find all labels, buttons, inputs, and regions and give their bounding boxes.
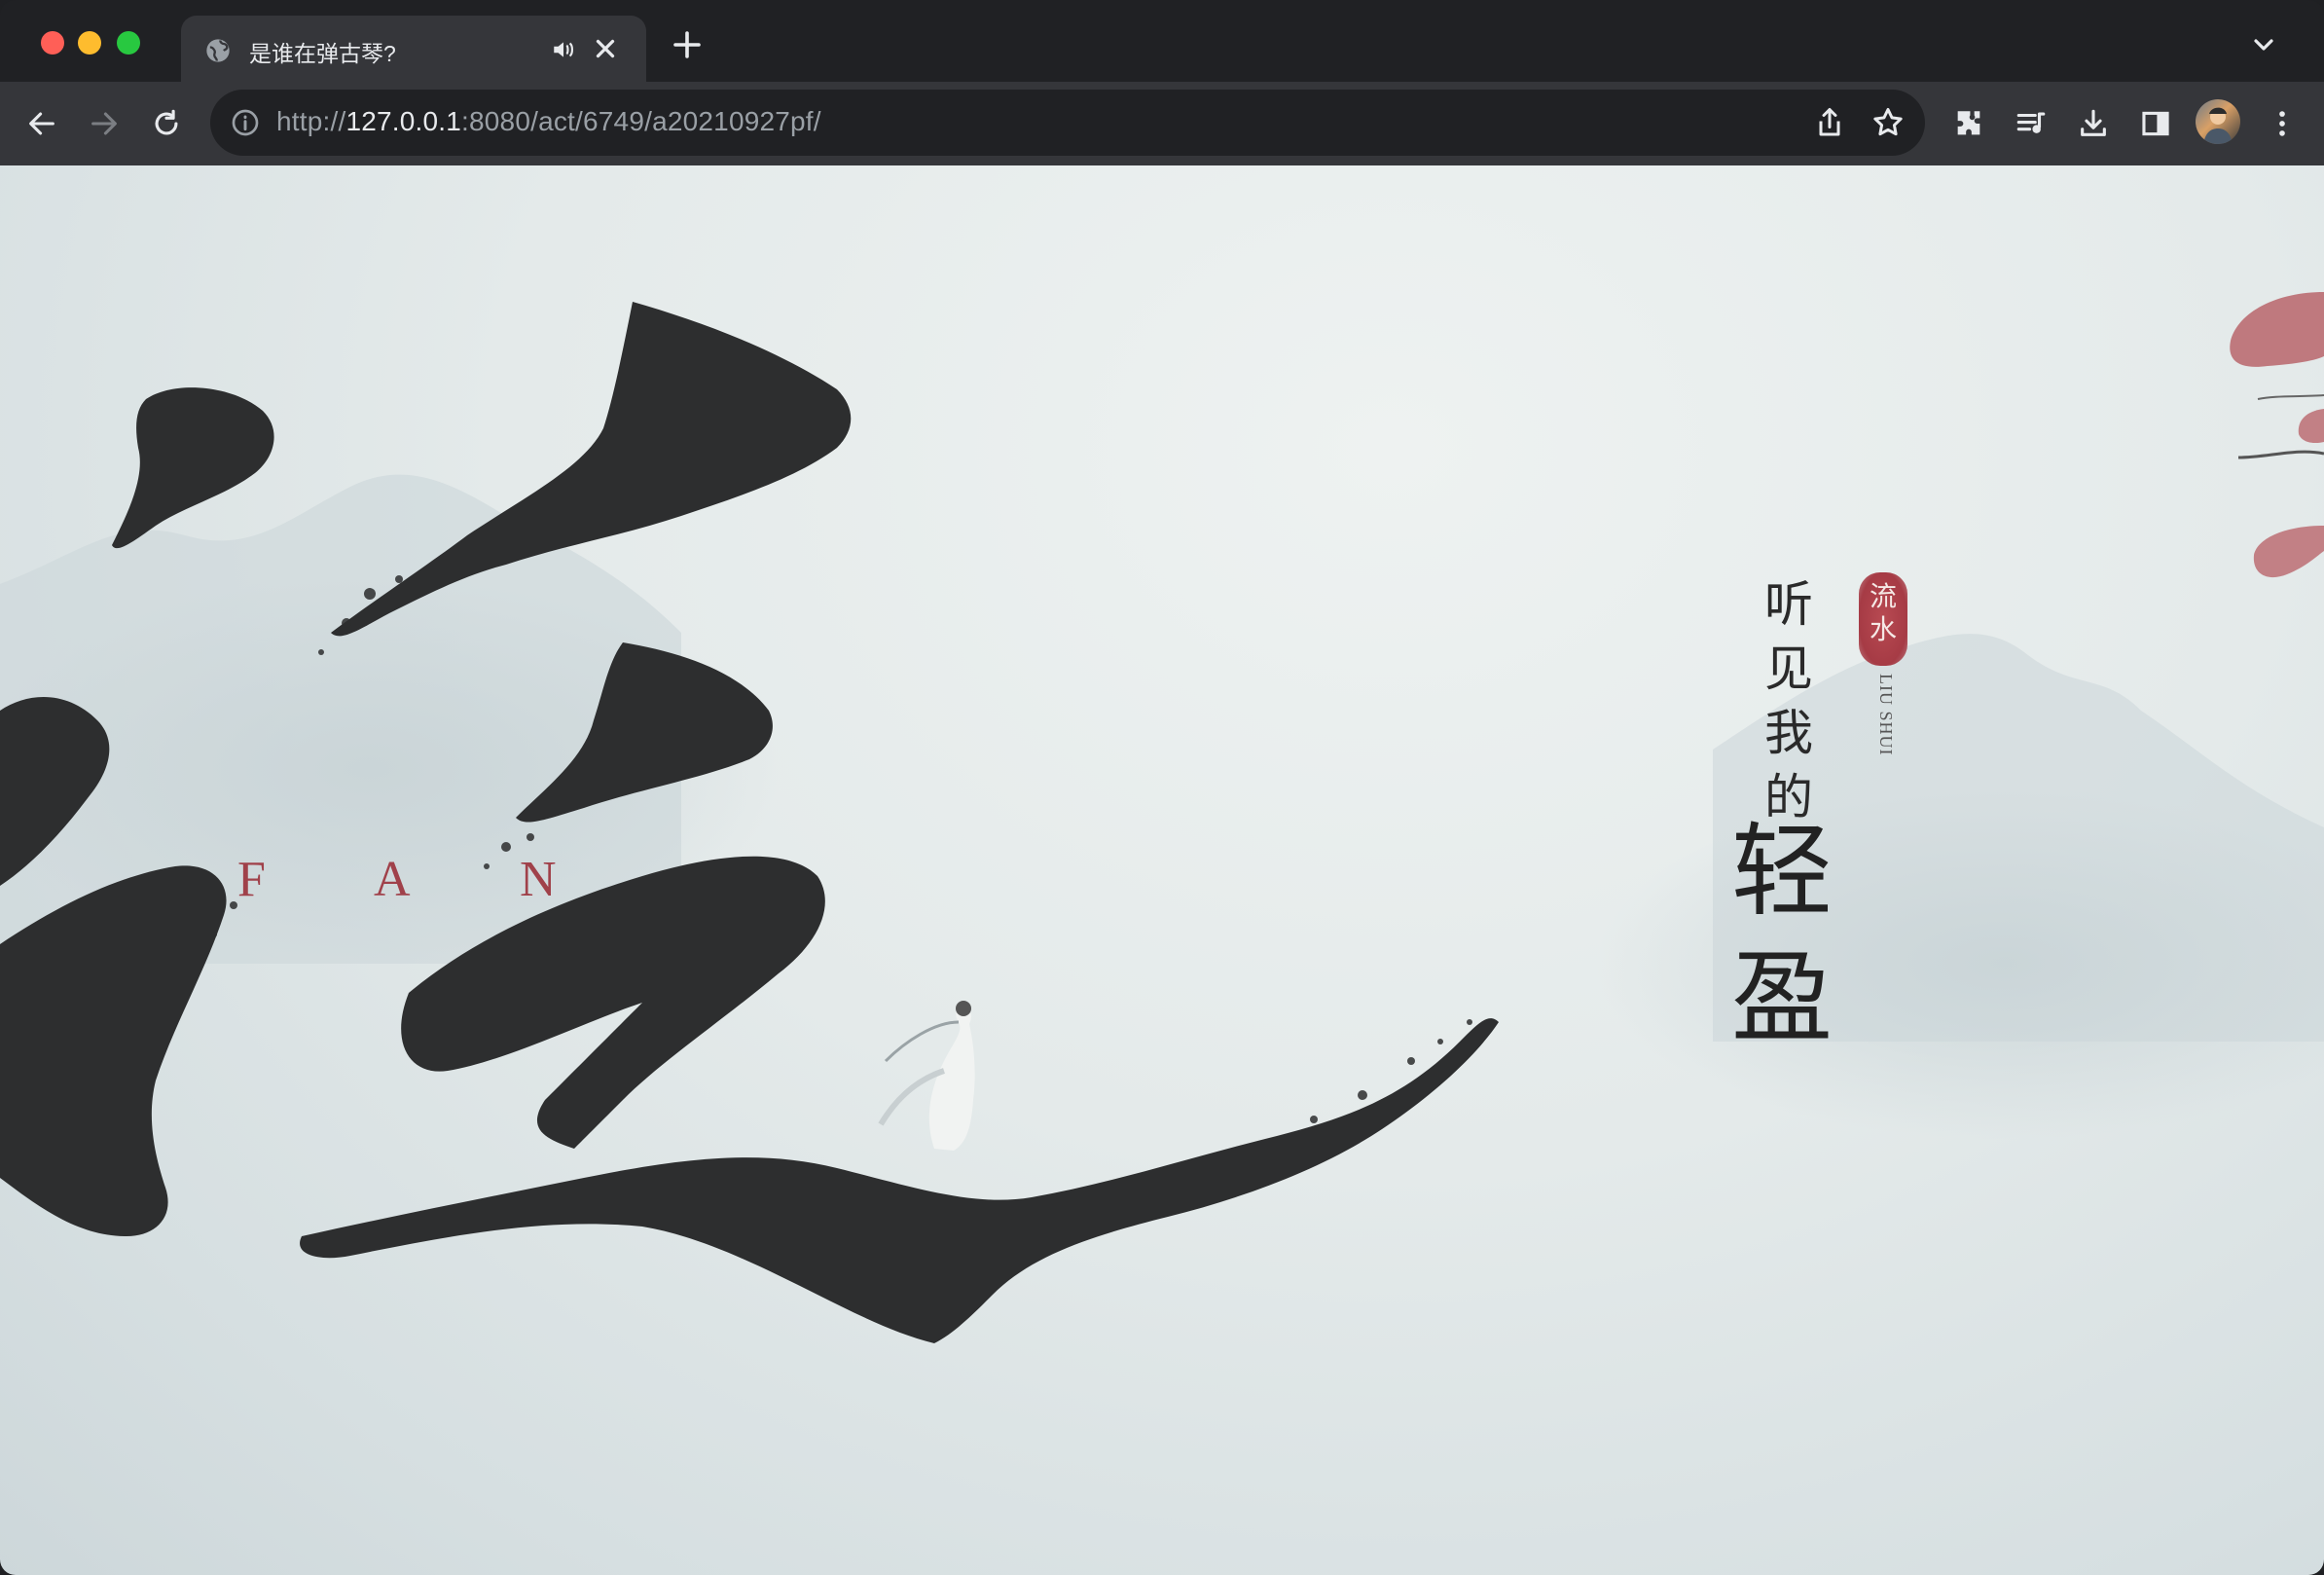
poem-big-char: 轻 <box>1730 812 1833 931</box>
url-host: 127.0.0.1 <box>345 106 462 136</box>
poem-big-char: 盈 <box>1730 938 1833 1057</box>
menu-button[interactable] <box>2260 101 2305 146</box>
back-arrow-icon <box>29 112 54 135</box>
seal-pinyin: LIU SHUI <box>1867 674 1900 829</box>
reload-button[interactable] <box>144 101 189 146</box>
address-bar[interactable]: http://127.0.0.1:8080/act/6749/a20210927… <box>210 90 1925 156</box>
close-window-button[interactable] <box>41 31 64 55</box>
avatar-image <box>2203 107 2233 144</box>
new-tab-icon[interactable] <box>670 27 705 62</box>
side-panel-button[interactable] <box>2133 101 2178 146</box>
download-icon <box>2081 109 2106 136</box>
seal-pinyin-text: LIU SHUI <box>1876 674 1896 756</box>
red-seal: 流 水 <box>1859 572 1907 666</box>
close-tab-icon[interactable] <box>588 31 623 66</box>
side-panel-icon <box>2142 111 2169 136</box>
red-pine-branch <box>2230 292 2324 578</box>
url-path: :8080/act/6749/a20210927pf/ <box>461 106 821 136</box>
minimize-window-button[interactable] <box>78 31 101 55</box>
extensions-button[interactable] <box>1946 101 1991 146</box>
tab-strip: 是谁在弹古琴? <box>0 0 2324 82</box>
speaker-icon[interactable] <box>551 37 576 62</box>
media-button[interactable] <box>2009 101 2053 146</box>
reload-icon <box>155 109 178 135</box>
poem-big-column: 轻 盈 <box>1721 808 1843 1061</box>
puzzle-extensions-icon <box>1957 111 1980 135</box>
tab-title: 是谁在弹古琴? <box>249 41 396 66</box>
media-playlist-icon <box>2016 112 2046 133</box>
poem-small-column: 听 见 我 的 <box>1758 572 1820 829</box>
fan-letter-a: A <box>374 852 411 907</box>
poem-char: 见 <box>1764 641 1813 697</box>
back-button[interactable] <box>19 101 64 146</box>
page-content: F A N 听 见 我 的 轻 盈 流 水 LIU SHUI <box>0 165 2324 1575</box>
downloads-button[interactable] <box>2071 101 2116 146</box>
profile-avatar[interactable] <box>2196 99 2240 144</box>
fan-letter-n: N <box>520 852 557 907</box>
tab-active[interactable]: 是谁在弹古琴? <box>181 16 646 82</box>
mountain-silhouettes <box>0 474 2324 1139</box>
zoom-window-button[interactable] <box>117 31 140 55</box>
url-text[interactable]: http://127.0.0.1:8080/act/6749/a20210927… <box>276 106 821 137</box>
kebab-menu-icon <box>2279 111 2285 136</box>
seal-char: 流 <box>1869 580 1897 612</box>
globe-icon <box>206 39 230 62</box>
forward-arrow-icon <box>91 112 117 135</box>
star-icon[interactable] <box>1870 105 1906 140</box>
seal-char: 水 <box>1869 613 1897 645</box>
fan-letters: F A N <box>237 851 588 909</box>
chevron-down-icon[interactable] <box>2248 29 2279 60</box>
info-icon[interactable] <box>230 107 261 138</box>
share-icon[interactable] <box>1812 105 1847 140</box>
figure-illustration <box>878 1001 975 1151</box>
browser-window: 是谁在弹古琴? http://127.0.0.1:8080/act/6749/a… <box>0 0 2324 1575</box>
url-scheme: http:// <box>276 106 346 136</box>
poem-char: 我 <box>1764 705 1813 761</box>
poem-char: 听 <box>1764 576 1813 633</box>
fan-letter-f: F <box>237 852 266 907</box>
forward-button[interactable] <box>82 101 127 146</box>
toolbar: http://127.0.0.1:8080/act/6749/a20210927… <box>0 82 2324 165</box>
